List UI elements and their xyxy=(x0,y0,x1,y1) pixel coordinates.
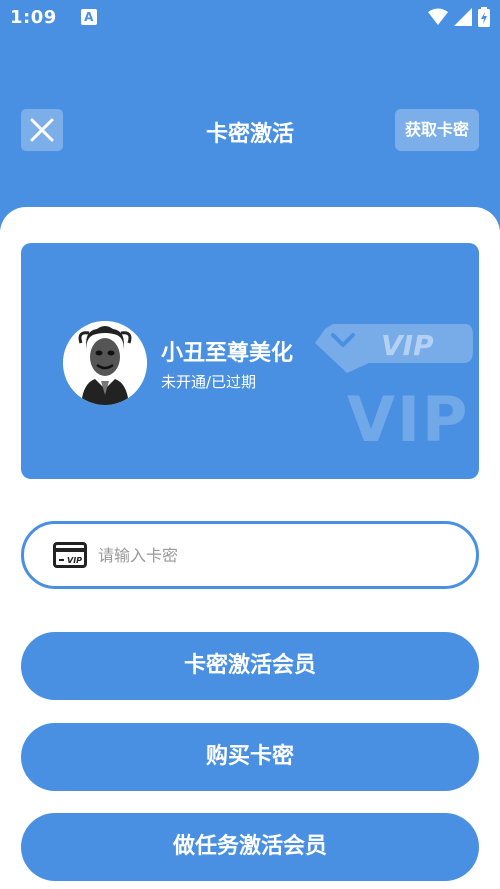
get-card-button[interactable]: 获取卡密 xyxy=(395,109,479,151)
membership-status: 未开通/已过期 xyxy=(161,373,257,391)
vip-badge-icon: VIP xyxy=(315,324,473,373)
battery-icon xyxy=(478,7,490,27)
wifi-icon xyxy=(428,8,448,25)
card-code-input[interactable] xyxy=(98,536,458,574)
avatar xyxy=(63,321,147,405)
joker-avatar-icon xyxy=(63,321,147,405)
task-activate-membership-button[interactable]: 做任务激活会员 xyxy=(21,813,479,881)
svg-text:VIP: VIP xyxy=(67,556,82,565)
signal-icon xyxy=(454,8,472,26)
vip-card: 小丑至尊美化 未开通/已过期 VIP VIP xyxy=(21,243,479,479)
vip-badge: VIP xyxy=(311,321,476,379)
user-name: 小丑至尊美化 xyxy=(161,341,294,366)
activate-membership-button[interactable]: 卡密激活会员 xyxy=(21,632,479,700)
status-time: 1:09 xyxy=(10,6,57,28)
card-code-input-wrapper: VIP xyxy=(21,521,479,589)
status-icons xyxy=(428,7,490,27)
vip-watermark: VIP xyxy=(347,383,470,456)
vip-badge-text: VIP xyxy=(381,329,434,362)
vip-card-icon: VIP xyxy=(53,542,87,568)
content-sheet: 小丑至尊美化 未开通/已过期 VIP VIP VIP 卡密激活会员 购买卡密 做… xyxy=(0,207,500,889)
buy-card-code-button[interactable]: 购买卡密 xyxy=(21,723,479,791)
app-notification-icon: A xyxy=(80,9,97,25)
toolbar: 卡密激活 获取卡密 xyxy=(0,100,500,160)
status-bar: 1:09 A xyxy=(0,0,500,34)
